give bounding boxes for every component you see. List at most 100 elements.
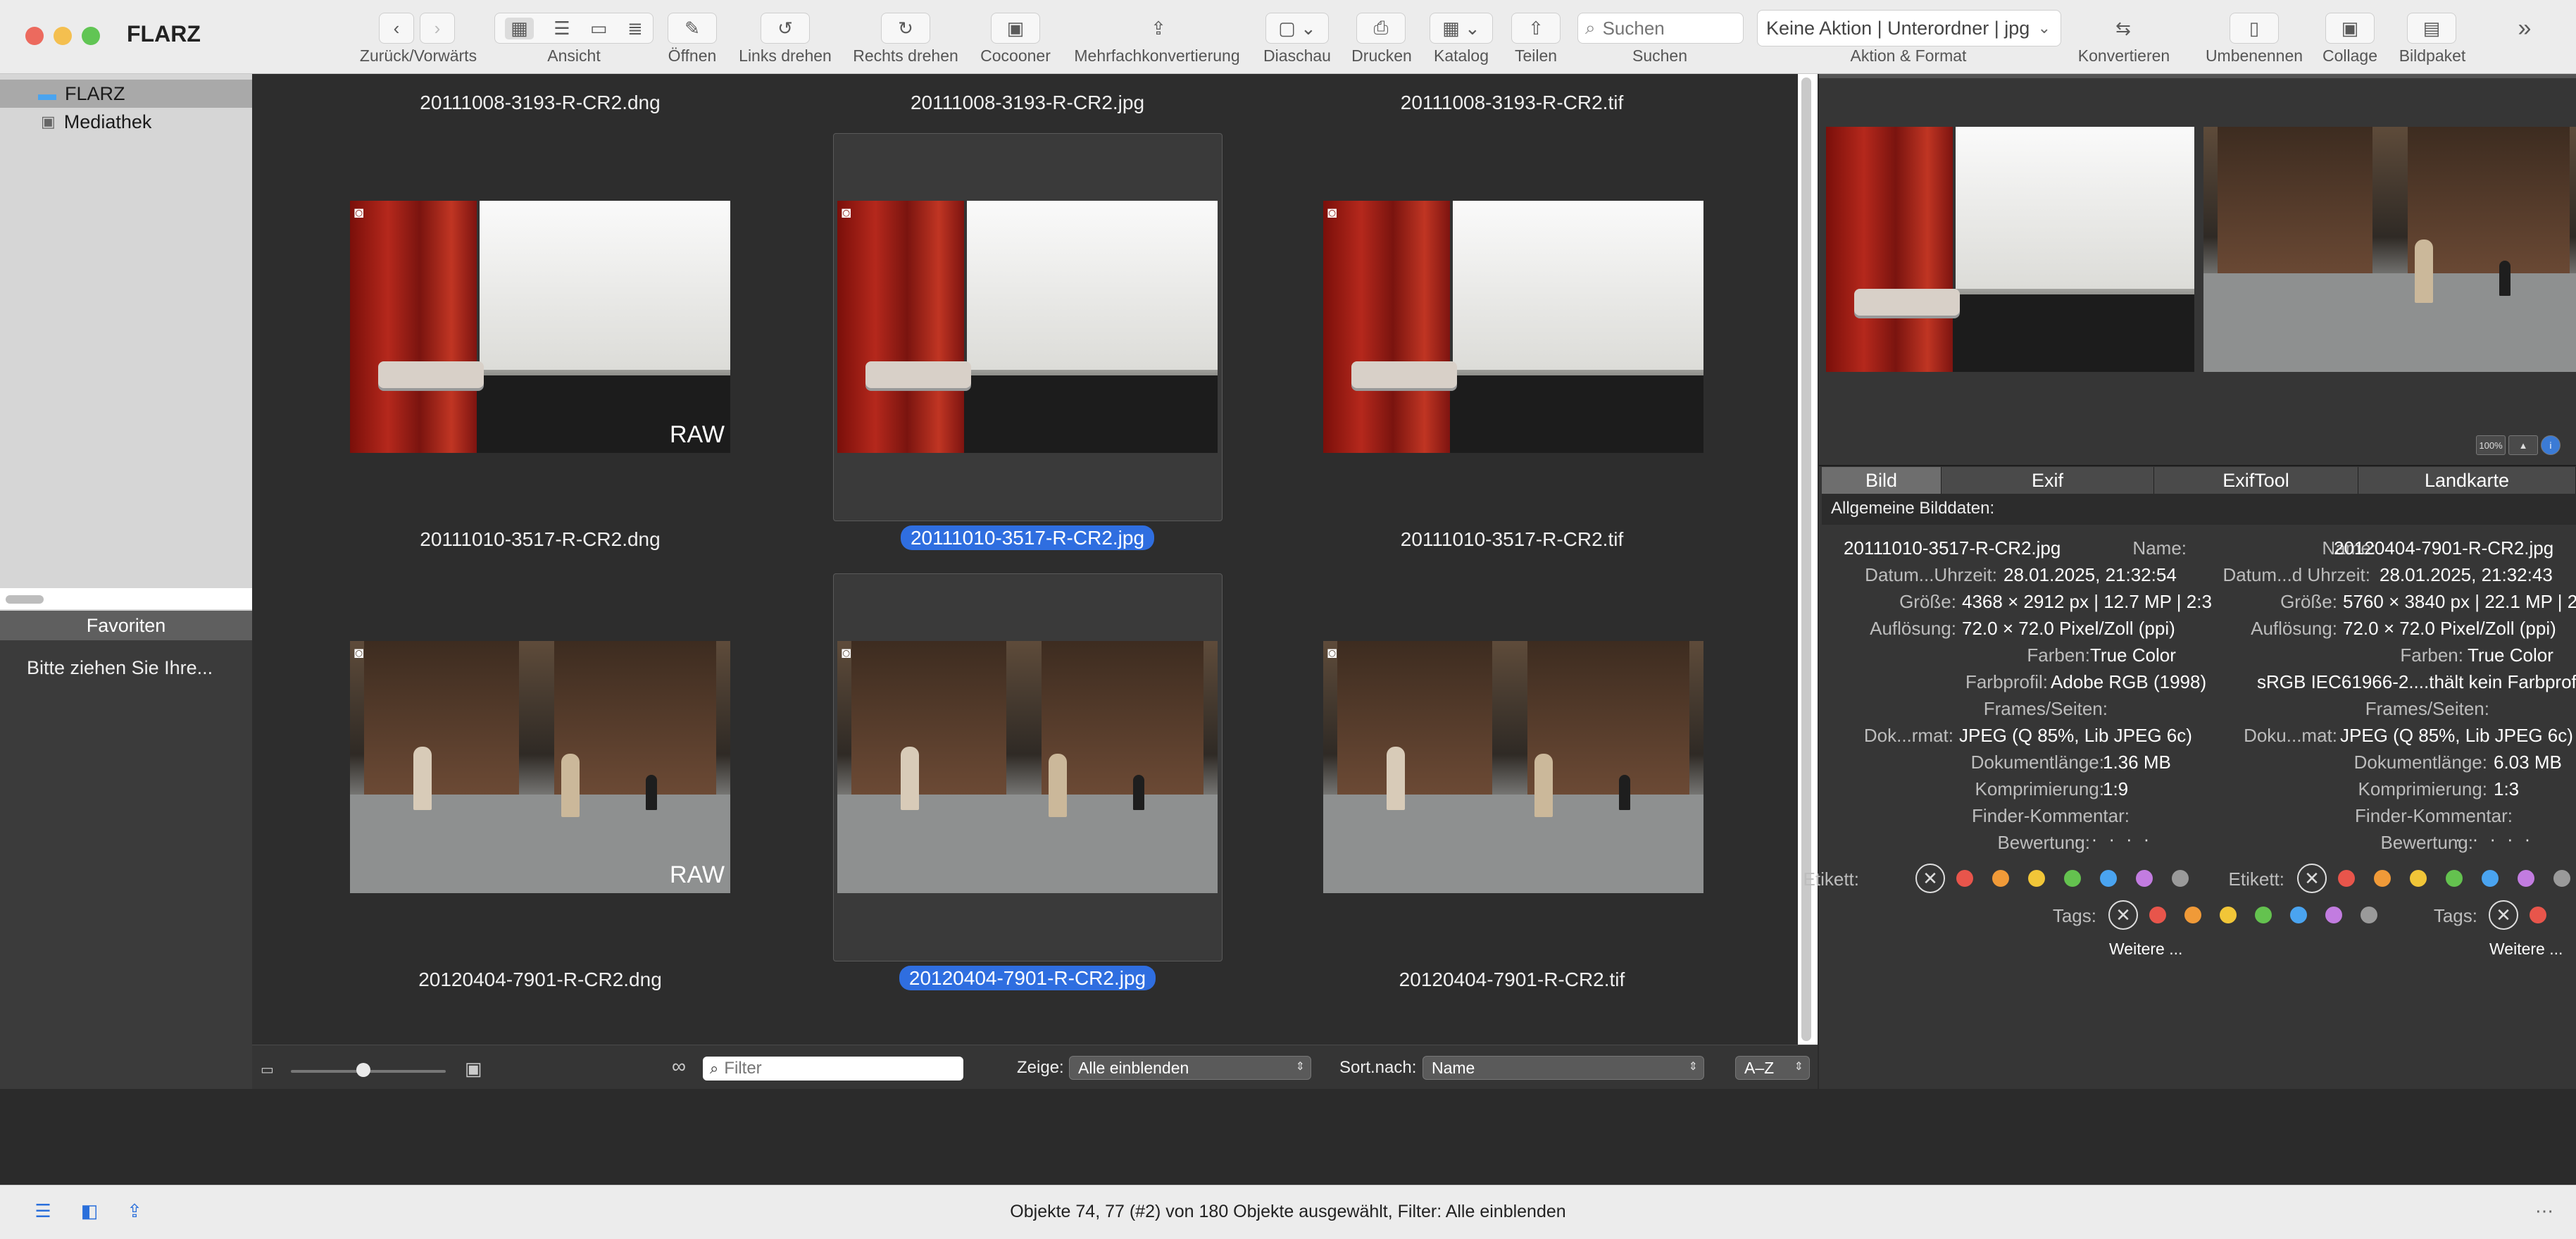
color-dot[interactable] bbox=[2290, 907, 2307, 923]
preview-image-2[interactable] bbox=[2203, 127, 2576, 372]
thumbnail-image[interactable]: ◙ bbox=[1323, 201, 1703, 453]
filter-input[interactable] bbox=[723, 1058, 937, 1079]
tab-bild[interactable]: Bild bbox=[1822, 467, 1942, 494]
convert-button[interactable]: ⇆ bbox=[2099, 13, 2148, 44]
color-dot[interactable] bbox=[2338, 870, 2355, 887]
rename-button[interactable]: ▯ bbox=[2230, 13, 2279, 44]
share-button[interactable]: ⇧ bbox=[1511, 13, 1561, 44]
minimize-window-button[interactable] bbox=[54, 27, 72, 45]
filename-label-selected[interactable]: 20111010-3517-R-CR2.jpg bbox=[816, 525, 1239, 550]
thumbnail-image[interactable]: ◙ RAW bbox=[350, 641, 730, 893]
zoom-100-button[interactable]: 100% bbox=[2476, 435, 2506, 455]
collage-button[interactable]: ▣ bbox=[2325, 13, 2375, 44]
more-tags-link[interactable]: Weitere ... bbox=[2489, 940, 2563, 959]
clear-label-icon[interactable]: ✕ bbox=[2297, 864, 2327, 893]
sidebar-scrollbar[interactable] bbox=[0, 588, 252, 609]
color-dot[interactable] bbox=[2410, 870, 2427, 887]
more-tags-link[interactable]: Weitere ... bbox=[2109, 940, 2182, 959]
thumbnail-image[interactable]: ◙ bbox=[837, 641, 1218, 893]
view-segmented-control[interactable]: ▦ ☰ ▭ ≣ bbox=[494, 13, 654, 44]
thumbnail-image[interactable]: ◙ RAW bbox=[350, 201, 730, 453]
back-button[interactable]: ‹ bbox=[379, 13, 414, 44]
slideshow-button[interactable]: ▢ ⌄ bbox=[1265, 13, 1329, 44]
sort-dropdown[interactable]: Name ⇕ bbox=[1423, 1056, 1704, 1080]
color-dot[interactable] bbox=[2374, 870, 2391, 887]
details-view-icon[interactable]: ≣ bbox=[627, 18, 643, 39]
more-options-icon[interactable]: ⋯ bbox=[2532, 1202, 2556, 1220]
info-label: Tags: bbox=[2433, 905, 2477, 926]
filename-label[interactable]: 20111008-3193-R-CR2.tif bbox=[1301, 92, 1723, 114]
info-button[interactable]: i bbox=[2541, 435, 2561, 455]
color-dot[interactable] bbox=[2518, 870, 2534, 887]
thumbnail-image[interactable]: ◙ bbox=[1323, 641, 1703, 893]
cocooner-button[interactable]: ▣ bbox=[991, 13, 1040, 44]
show-dropdown[interactable]: Alle einblenden ⇕ bbox=[1069, 1056, 1311, 1080]
color-dot[interactable] bbox=[2325, 907, 2342, 923]
color-dot[interactable] bbox=[2220, 907, 2237, 923]
print-button[interactable]: ⎙ bbox=[1356, 13, 1406, 44]
color-dot[interactable] bbox=[2530, 907, 2546, 923]
grid-view-icon[interactable]: ▦ bbox=[505, 17, 534, 39]
picture-package-button[interactable]: ▤ bbox=[2407, 13, 2456, 44]
open-button[interactable]: ✎ bbox=[668, 13, 717, 44]
forward-button[interactable]: › bbox=[420, 13, 455, 44]
color-dot[interactable] bbox=[2172, 870, 2189, 887]
action-format-select[interactable]: Keine Aktion | Unterordner | jpg ⌄ bbox=[1757, 10, 2061, 46]
filename-label[interactable]: 20111010-3517-R-CR2.dng bbox=[329, 528, 751, 551]
preview-image-1[interactable] bbox=[1826, 127, 2194, 372]
tab-exiftool[interactable]: ExifTool bbox=[2154, 467, 2358, 494]
thumbnail-image[interactable]: ◙ bbox=[837, 201, 1218, 453]
close-window-button[interactable] bbox=[25, 27, 44, 45]
sort-order-dropdown[interactable]: A–Z ⇕ bbox=[1735, 1056, 1810, 1080]
filename-label[interactable]: 20111008-3193-R-CR2.dng bbox=[329, 92, 751, 114]
filmstrip-view-icon[interactable]: ▭ bbox=[590, 18, 608, 39]
search-input[interactable] bbox=[1601, 16, 1724, 40]
color-dot[interactable] bbox=[2255, 907, 2272, 923]
color-dot[interactable] bbox=[2482, 870, 2499, 887]
sidebar-item-flarz[interactable]: ▬ FLARZ bbox=[0, 80, 252, 108]
info-label: Dokumentlänge: bbox=[2353, 752, 2487, 773]
small-thumbnail-icon[interactable]: ▭ bbox=[261, 1061, 274, 1078]
camera-icon: ◙ bbox=[842, 644, 851, 661]
tab-landkarte[interactable]: Landkarte bbox=[2358, 467, 2576, 494]
rating-dots[interactable]: ····· bbox=[2074, 828, 2161, 850]
color-dot[interactable] bbox=[2100, 870, 2117, 887]
color-dot[interactable] bbox=[2149, 907, 2166, 923]
color-dot[interactable] bbox=[2136, 870, 2153, 887]
color-dot[interactable] bbox=[2064, 870, 2081, 887]
filename-label[interactable]: 20120404-7901-R-CR2.tif bbox=[1301, 969, 1723, 991]
tab-exif[interactable]: Exif bbox=[1942, 467, 2154, 494]
rating-dots[interactable]: ····· bbox=[2455, 828, 2541, 850]
clear-tags-icon[interactable]: ✕ bbox=[2108, 900, 2138, 930]
clear-tags-icon[interactable]: ✕ bbox=[2489, 900, 2518, 930]
zoom-window-button[interactable] bbox=[82, 27, 100, 45]
filename-label[interactable]: 20111010-3517-R-CR2.tif bbox=[1301, 528, 1723, 551]
slider-knob[interactable] bbox=[356, 1063, 370, 1077]
filename-label-selected[interactable]: 20120404-7901-R-CR2.jpg bbox=[816, 966, 1239, 990]
filename-label[interactable]: 20111008-3193-R-CR2.jpg bbox=[816, 92, 1239, 114]
sort-order-value: A–Z bbox=[1744, 1058, 1775, 1077]
list-view-icon[interactable]: ☰ bbox=[554, 18, 570, 39]
color-dot[interactable] bbox=[1992, 870, 2009, 887]
large-thumbnail-icon[interactable]: ▣ bbox=[465, 1058, 482, 1080]
search-field[interactable]: ⌕ bbox=[1577, 13, 1744, 44]
filename-label[interactable]: 20120404-7901-R-CR2.dng bbox=[329, 969, 751, 991]
rotate-left-button[interactable]: ↺ bbox=[761, 13, 810, 44]
batch-convert-button[interactable]: ⇪ bbox=[1134, 13, 1183, 44]
color-dot[interactable] bbox=[2553, 870, 2570, 887]
scrollbar-thumb[interactable] bbox=[1801, 77, 1811, 1041]
clear-label-icon[interactable]: ✕ bbox=[1915, 864, 1945, 893]
color-dot[interactable] bbox=[1956, 870, 1973, 887]
histogram-button[interactable]: ▲ bbox=[2508, 435, 2538, 455]
scrollbar-thumb[interactable] bbox=[6, 595, 44, 604]
color-dot[interactable] bbox=[2184, 907, 2201, 923]
color-dot[interactable] bbox=[2446, 870, 2463, 887]
rotate-right-button[interactable]: ↻ bbox=[881, 13, 930, 44]
sidebar-item-mediathek[interactable]: ▣ Mediathek bbox=[0, 108, 252, 136]
color-dot[interactable] bbox=[2361, 907, 2377, 923]
color-dot[interactable] bbox=[2028, 870, 2045, 887]
toolbar-overflow-button[interactable]: » bbox=[2507, 13, 2542, 44]
catalog-button[interactable]: ▦ ⌄ bbox=[1430, 13, 1493, 44]
filter-field[interactable]: ⌕ bbox=[703, 1057, 963, 1081]
glasses-icon[interactable]: ∞ bbox=[672, 1055, 686, 1078]
